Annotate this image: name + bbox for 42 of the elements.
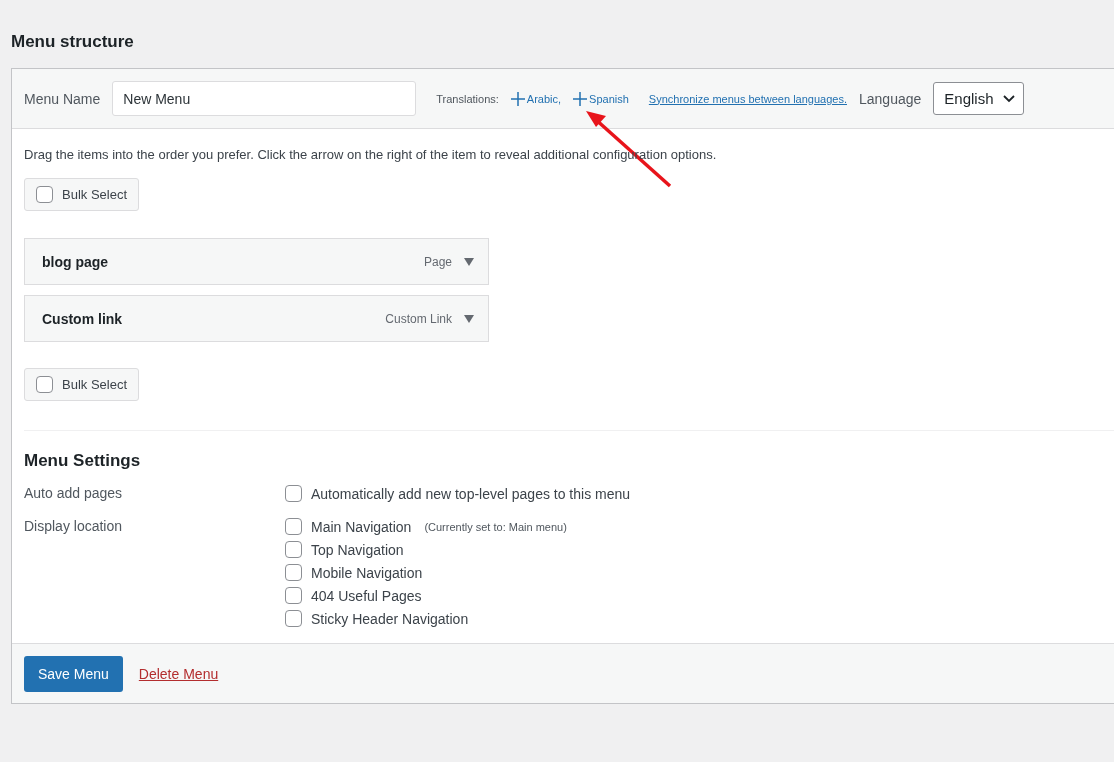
checkbox[interactable] [285,564,302,581]
settings-heading: Menu Settings [24,451,142,471]
item-title: blog page [42,253,110,270]
item-type: Custom Link [385,311,452,326]
menu-name-field[interactable]: New Menu [112,81,417,116]
translation-link[interactable]: Spanish [573,91,629,106]
caret-icon[interactable] [464,314,474,323]
bulk-select-button[interactable]: Bulk Select [24,368,140,401]
field-label: Language [859,90,922,107]
checkbox[interactable] [36,186,53,203]
checkbox-label: Sticky Header Navigation [311,610,469,627]
item-type: Page [423,254,452,269]
section-title: Menu structure [11,32,135,52]
bulk-select-button[interactable]: Bulk Select [24,178,140,211]
delete-menu-link[interactable]: Delete Menu [138,665,219,682]
checkbox-label: Mobile Navigation [311,564,423,581]
translations-label: Translations: [436,92,499,105]
save-menu-button[interactable]: Save Menu [24,655,123,692]
setting-label: Display location [24,518,124,536]
caret-icon[interactable] [464,257,474,266]
checkbox[interactable] [285,610,302,627]
setting-label: Auto add pages [24,485,124,502]
plus-icon [510,91,525,106]
translation-link[interactable]: Arabic, [510,91,562,106]
chevron-down-icon [1003,94,1016,103]
checkbox[interactable] [36,376,53,393]
checkbox[interactable] [285,518,302,535]
checkbox-label: Automatically add new top-level pages to this menu [311,485,631,502]
checkbox-label: 404 Useful Pages [311,587,422,604]
checkbox-label: Main Navigation [311,518,412,535]
location-note: (Currently set to: Main menu) [424,520,567,533]
field-label: Menu Name [24,90,101,107]
menu-item[interactable]: Custom link Custom Link [24,295,489,342]
checkbox[interactable] [285,587,302,604]
plus-icon [573,91,588,106]
checkbox[interactable] [285,485,302,502]
language-select[interactable]: English [933,82,1025,115]
sync-link[interactable]: Synchronize menus between languages. [648,92,847,105]
item-title: Custom link [42,310,124,327]
menu-item[interactable]: blog page Page [24,238,489,285]
checkbox[interactable] [285,541,302,558]
checkbox-label: Top Navigation [311,541,404,558]
